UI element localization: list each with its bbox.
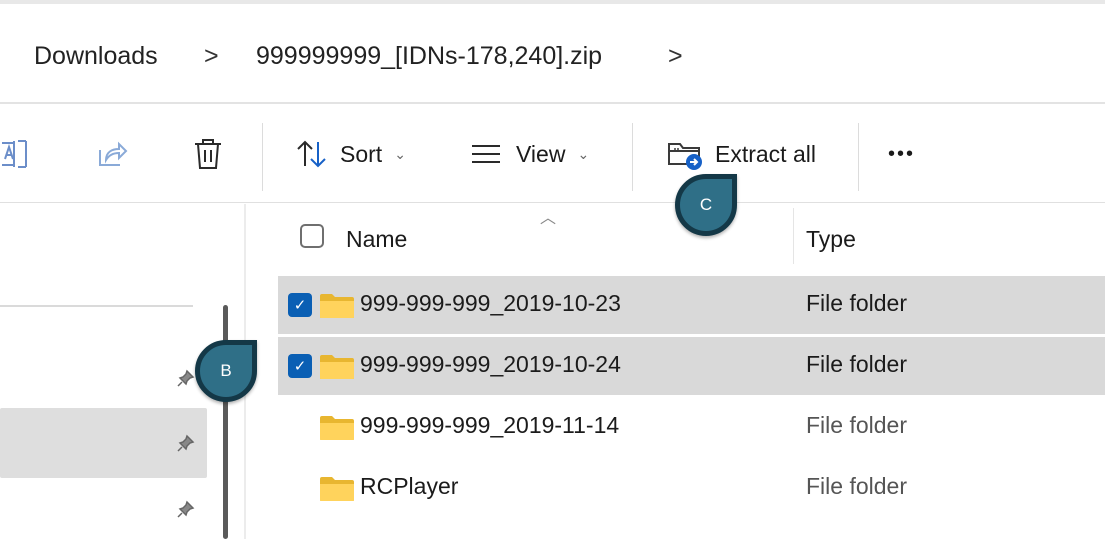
address-bar[interactable]: Downloads > 999999999_[IDNs-178,240].zip… [0, 0, 1105, 104]
breadcrumb-downloads[interactable]: Downloads [34, 42, 158, 71]
navigation-separator [0, 305, 193, 307]
toolbar-divider [858, 123, 859, 191]
extract-folder-icon [668, 143, 702, 170]
sort-icon [297, 140, 326, 168]
file-name: 999-999-999_2019-10-24 [360, 351, 621, 377]
pin-icon[interactable] [177, 369, 195, 387]
folder-icon [320, 294, 354, 318]
file-name: 999-999-999_2019-10-23 [360, 290, 621, 316]
file-row[interactable]: 999-999-999_2019-11-14 File folder [278, 398, 1105, 456]
file-type: File folder [806, 351, 907, 377]
file-explorer-window: Downloads > 999999999_[IDNs-178,240].zip… [0, 0, 1105, 539]
breadcrumb-chevron[interactable]: > [668, 42, 683, 71]
command-bar: Sort ⌄ View ⌄ Extract all ••• [0, 105, 1105, 203]
rename-icon [2, 140, 27, 168]
row-checkbox[interactable]: ✓ [288, 293, 312, 317]
callout-marker-b: B [195, 340, 257, 402]
chevron-down-icon: ⌄ [577, 145, 590, 162]
delete-button[interactable] [192, 105, 224, 203]
view-button[interactable]: View ⌄ [470, 105, 589, 203]
file-row[interactable]: ✓ 999-999-999_2019-10-24 File folder [278, 337, 1105, 395]
more-icon: ••• [888, 142, 916, 165]
sort-caret-icon: ︿ [540, 210, 557, 227]
pin-icon[interactable] [177, 500, 195, 518]
view-label: View [516, 140, 566, 167]
sort-button[interactable]: Sort ⌄ [296, 105, 406, 203]
folder-icon [320, 416, 354, 440]
callout-marker-c: C [675, 174, 737, 236]
share-button[interactable] [96, 105, 128, 203]
breadcrumb-separator[interactable]: > [204, 42, 219, 71]
extract-all-label: Extract all [715, 140, 816, 167]
file-name: 999-999-999_2019-11-14 [360, 412, 620, 438]
row-checkbox[interactable]: ✓ [288, 354, 312, 378]
column-header-name[interactable]: Name [346, 226, 407, 253]
delete-icon [195, 139, 221, 169]
folder-icon [320, 477, 354, 501]
more-options-button[interactable]: ••• [888, 105, 915, 203]
file-row[interactable]: RCPlayer File folder [278, 459, 1105, 517]
view-icon [472, 145, 500, 163]
rename-button[interactable] [0, 105, 34, 203]
toolbar-divider [262, 123, 263, 191]
select-all-checkbox[interactable] [300, 224, 324, 248]
sort-label: Sort [340, 140, 383, 167]
column-header-type[interactable]: Type [806, 226, 856, 253]
folder-icon [320, 355, 354, 379]
column-separator[interactable] [793, 208, 794, 264]
pin-icon[interactable] [177, 434, 195, 452]
file-row[interactable]: ✓ 999-999-999_2019-10-23 File folder [278, 276, 1105, 334]
share-icon [99, 141, 128, 166]
file-name: RCPlayer [360, 473, 459, 499]
breadcrumb-zip[interactable]: 999999999_[IDNs-178,240].zip [256, 42, 602, 71]
chevron-down-icon: ⌄ [394, 145, 406, 162]
file-type: File folder [806, 412, 907, 438]
file-type: File folder [806, 290, 907, 316]
file-type: File folder [806, 473, 907, 499]
navigation-item-selected[interactable] [0, 408, 207, 478]
toolbar-divider [632, 123, 633, 191]
